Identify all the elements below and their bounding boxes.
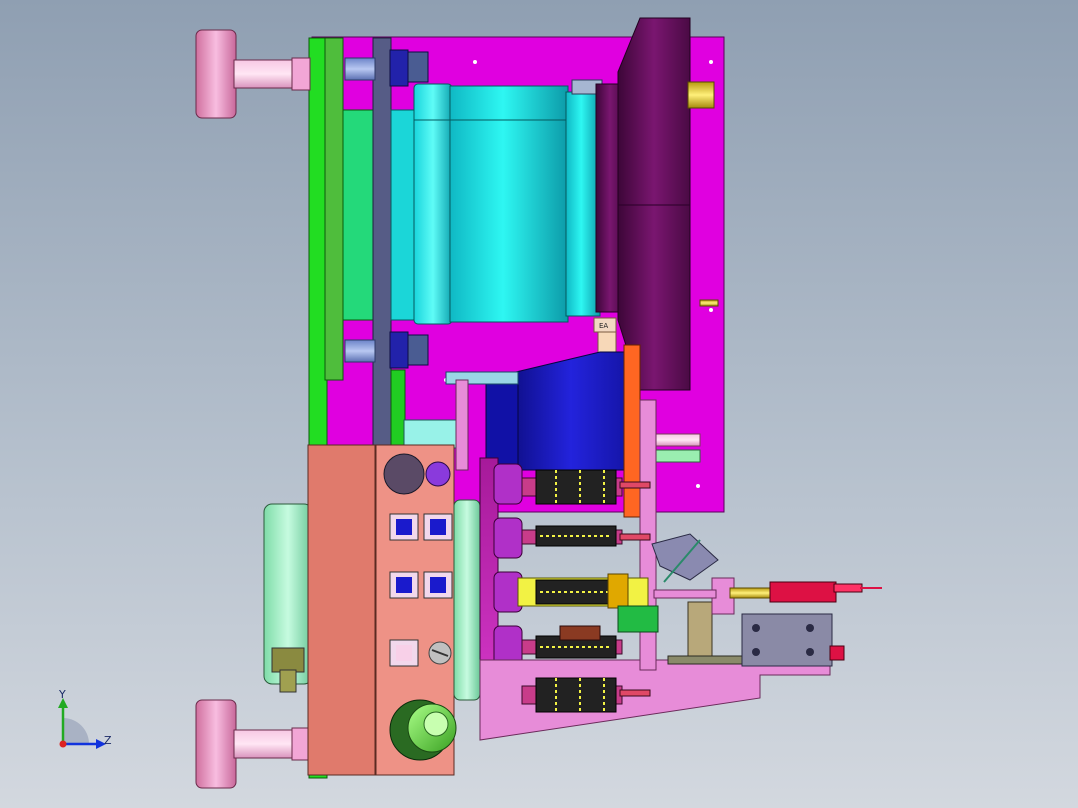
- cad-assembly-drawing[interactable]: EA Y Z: [0, 0, 1078, 808]
- right-pin-upper: [655, 433, 701, 447]
- z-axis-label: Z: [104, 734, 112, 747]
- foot-pad-upper[interactable]: [195, 29, 311, 119]
- y-axis-label: Y: [58, 688, 66, 701]
- grey-box[interactable]: [741, 613, 845, 667]
- part-tag-label: EA: [599, 322, 608, 330]
- heater-row-3[interactable]: [517, 573, 659, 633]
- mint-cylinder[interactable]: [263, 503, 313, 693]
- mint-flange: [453, 499, 481, 701]
- heater-row-4[interactable]: [521, 625, 623, 659]
- right-pin-lower: [655, 449, 701, 463]
- cyan-cylinder[interactable]: [390, 79, 603, 325]
- foot-pad-lower[interactable]: [195, 699, 311, 789]
- cad-viewport[interactable]: EA Y Z: [0, 0, 1078, 808]
- origin-dot: [59, 740, 67, 748]
- heater-row-2[interactable]: [521, 525, 651, 547]
- coordinate-triad: Y Z: [58, 688, 112, 749]
- orange-strip: [623, 344, 641, 518]
